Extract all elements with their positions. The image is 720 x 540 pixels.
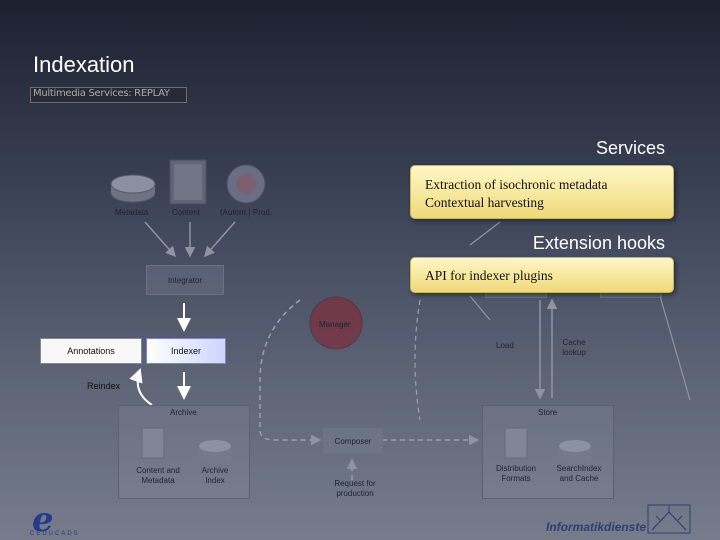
label-annotations: Annotations	[67, 346, 115, 356]
label-searchindex-and-cache: SearchIndex and Cache	[556, 464, 602, 483]
hooks-note-text: API for indexer plugins	[425, 268, 553, 283]
production-icon	[226, 164, 266, 204]
services-note-line1: Extraction of isochronic metadata	[425, 177, 608, 192]
label-distribution-formats: Distribution Formats	[495, 464, 536, 483]
integrator-box: Integrator	[146, 265, 224, 295]
sun-logo-icon	[647, 504, 691, 534]
label-store: Store	[538, 408, 558, 417]
label-composer: Composer	[334, 436, 372, 446]
indexer-box: Indexer	[146, 338, 226, 364]
services-note-line2: Contextual harvesting	[425, 195, 544, 210]
label-autom-prod: (Autom.) Prod.	[220, 208, 273, 217]
label-request-for-production: Request for production	[334, 479, 376, 498]
store-container	[482, 405, 614, 499]
label-archive-index: Archive Index	[201, 466, 229, 485]
hooks-note: API for indexer plugins	[410, 257, 674, 293]
label-content-and-metadata: Content and Metadata	[136, 466, 180, 485]
label-load: Load	[496, 341, 514, 350]
label-metadata: Metadata	[115, 208, 149, 217]
metadata-icon	[110, 174, 156, 203]
services-note: Extraction of isochronic metadata Contex…	[410, 165, 674, 219]
content-icon	[169, 159, 207, 205]
label-integrator: Integrator	[167, 275, 203, 285]
label-cache-lookup: Cache lookup	[562, 338, 586, 357]
label-reindex: Reindex	[87, 381, 121, 391]
annotations-box: Annotations	[40, 338, 142, 364]
informatikdienste-label: Informatikdienste	[546, 520, 647, 534]
composer-box: Composer	[323, 428, 383, 454]
label-archive: Archive	[170, 408, 197, 417]
label-indexer: Indexer	[170, 346, 202, 356]
logo-text: CEDUCADS	[30, 531, 80, 537]
extension-hooks-heading: Extension hooks	[532, 233, 665, 253]
label-content: Content	[172, 208, 201, 217]
label-manager: Manager	[319, 320, 351, 329]
services-heading: Services	[595, 138, 665, 158]
